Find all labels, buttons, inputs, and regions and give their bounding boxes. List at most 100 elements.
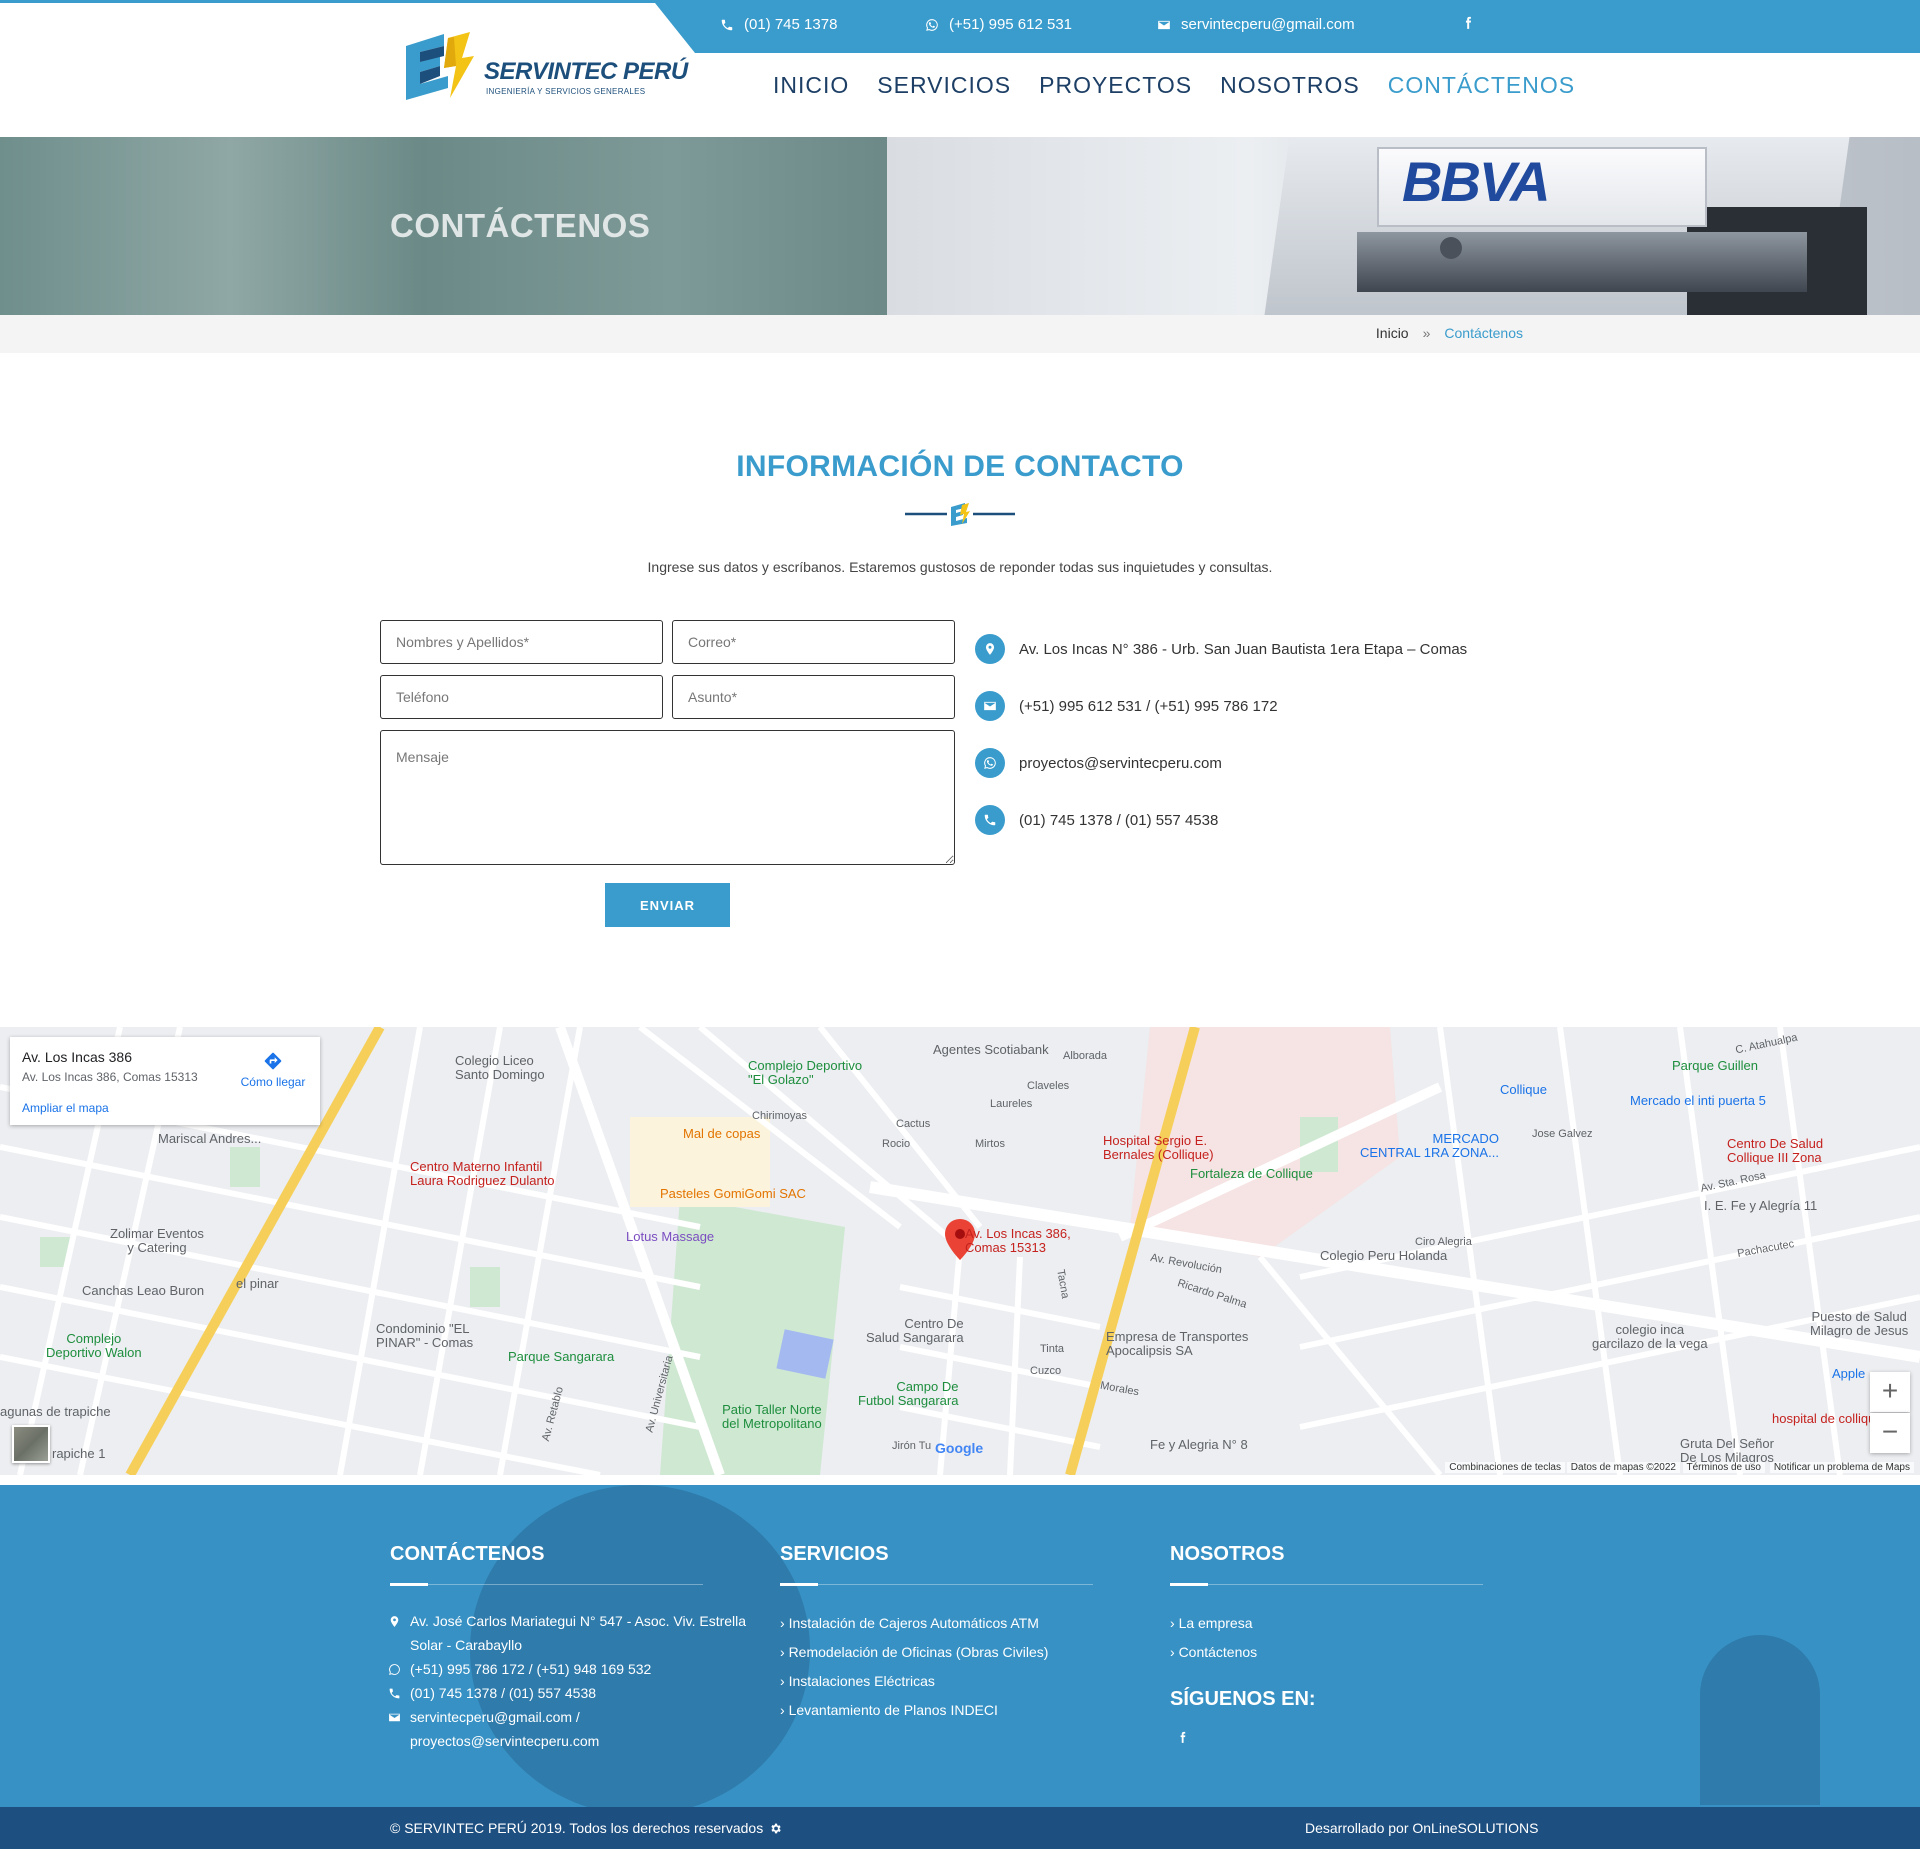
map-terms[interactable]: Términos de uso (1682, 1462, 1765, 1473)
footer-follow-heading: SÍGUENOS EN: (1170, 1688, 1316, 1710)
map-label-canchas: Canchas Leao Buron (82, 1283, 205, 1298)
map-zoom-out-button[interactable]: − (1870, 1413, 1910, 1453)
footer-service-link[interactable]: › Instalación de Cajeros Automáticos ATM (780, 1615, 1039, 1631)
map-label-alborada: Alborada (1063, 1050, 1108, 1062)
map-label-mirtos: Mirtos (975, 1138, 1005, 1150)
topbar-facebook[interactable] (1461, 16, 1475, 30)
breadcrumb-home[interactable]: Inicio (1376, 325, 1409, 341)
info-email: proyectos@servintecperu.com (975, 748, 1222, 778)
email-input[interactable] (672, 620, 955, 664)
section-title: INFORMACIÓN DE CONTACTO (736, 450, 1184, 483)
map-label-jose-galvez: Jose Galvez (1532, 1128, 1593, 1140)
map-label-complejo-walon: Complejo Deportivo Walon (46, 1331, 142, 1360)
atm-brand-text: BBVA (1402, 150, 1551, 213)
map-label-el-pinar: el pinar (236, 1276, 279, 1291)
info-landlines: (01) 745 1378 / (01) 557 4538 (975, 805, 1218, 835)
site-logo[interactable]: SERVINTEC PERÚ INGENIERÍA Y SERVICIOS GE… (400, 24, 688, 114)
info-address-text: Av. Los Incas N° 386 - Urb. San Juan Bau… (1019, 640, 1468, 658)
map-label-cuzco: Cuzco (1030, 1365, 1062, 1377)
footer-about-link[interactable]: › La empresa (1170, 1615, 1253, 1631)
map-label-ciro: Ciro Alegria (1415, 1236, 1472, 1248)
topbar-whatsapp-text: (+51) 995 612 531 (949, 16, 1073, 33)
map-label-iefe: I. E. Fe y Alegría 11 (1704, 1198, 1818, 1213)
map-label-mariscal: Mariscal Andres... (158, 1131, 262, 1146)
logo-name: SERVINTEC PERÚ (484, 58, 688, 85)
submit-button[interactable]: ENVIAR (605, 883, 730, 927)
map-label-puesto-salud: Puesto de Salud Milagro de Jesus (1810, 1309, 1909, 1338)
google-map[interactable]: Complejo Deportivo "El Golazo" Colegio L… (0, 1027, 1920, 1475)
map-satellite-toggle[interactable] (12, 1425, 50, 1463)
footer-services-heading: SERVICIOS (780, 1543, 889, 1565)
map-label-lagunas: agunas de trapiche (0, 1404, 111, 1419)
map-label-condominio: Condominio "EL PINAR" - Comas (376, 1321, 474, 1350)
nav-inicio[interactable]: INICIO (773, 72, 849, 99)
map-label-laureles: Laureles (990, 1098, 1033, 1110)
whatsapp-icon (975, 748, 1005, 778)
map-label-collique: Collique (1500, 1082, 1547, 1097)
map-card-title: Av. Los Incas 386 (22, 1049, 132, 1065)
subject-input[interactable] (672, 675, 955, 719)
footer-service-link[interactable]: › Remodelación de Oficinas (Obras Civile… (780, 1644, 1048, 1660)
nav-servicios[interactable]: SERVICIOS (877, 72, 1011, 99)
message-textarea[interactable] (380, 730, 955, 865)
phone-icon (721, 19, 733, 30)
topbar-email[interactable]: servintecperu@gmail.com (1157, 16, 1355, 33)
facebook-icon[interactable] (1176, 1731, 1189, 1744)
copyright: © SERVINTEC PERÚ 2019. Todos los derecho… (390, 1820, 782, 1836)
phone-input[interactable] (380, 675, 663, 719)
map-label-empresa-transportes: Empresa de Transportes Apocalipsis SA (1106, 1329, 1249, 1358)
footer-emails: servintecperu@gmail.com / proyectos@serv… (410, 1709, 600, 1749)
map-shortcuts[interactable]: Combinaciones de teclas (1445, 1462, 1565, 1473)
map-label-jiron-tu: Jirón Tu (892, 1440, 932, 1452)
map-data-credit: Datos de mapas ©2022 (1566, 1462, 1680, 1473)
footer-about-link[interactable]: › Contáctenos (1170, 1644, 1257, 1660)
map-label-fortaleza: Fortaleza de Collique (1190, 1166, 1313, 1181)
atm-slot (1357, 232, 1807, 292)
site-footer: CONTÁCTENOS Av. José Carlos Mariategui N… (0, 1485, 1920, 1807)
topbar-whatsapp[interactable]: (+51) 995 612 531 (925, 16, 1072, 33)
topbar-accent-line (0, 0, 1920, 3)
developer-credit[interactable]: Desarrollado por OnLineSOLUTIONS (1305, 1820, 1538, 1836)
map-label-gruta: Gruta Del Señor De Los Milagros (1680, 1436, 1774, 1465)
topbar-phone[interactable]: (01) 745 1378 (720, 16, 837, 33)
map-label-colegio-liceo: Colegio Liceo Santo Domingo (455, 1053, 545, 1082)
nav-nosotros[interactable]: NOSOTROS (1220, 72, 1360, 99)
footer-services-rule (780, 1583, 1093, 1586)
name-input[interactable] (380, 620, 663, 664)
atm-button (1440, 237, 1462, 259)
footer-service-link[interactable]: › Levantamiento de Planos INDECI (780, 1702, 998, 1718)
footer-service-link[interactable]: › Instalaciones Eléctricas (780, 1673, 935, 1689)
logo-tagline: INGENIERÍA Y SERVICIOS GENERALES (486, 87, 646, 96)
whatsapp-icon (926, 18, 938, 31)
map-report[interactable]: Notificar un problema de Maps (1769, 1462, 1914, 1473)
breadcrumb-current: Contáctenos (1444, 325, 1523, 341)
map-label-mal-de-copas: Mal de copas (683, 1126, 761, 1141)
map-label-patio-taller: Patio Taller Norte del Metropolitano (722, 1402, 822, 1431)
footer-contact-rule (390, 1583, 703, 1586)
map-label-hospital: Hospital Sergio E. Bernales (Collique) (1103, 1133, 1214, 1162)
nav-contactenos[interactable]: CONTÁCTENOS (1388, 72, 1575, 99)
directions-label: Cómo llegar (240, 1075, 306, 1089)
copyright-text: © SERVINTEC PERÚ 2019. Todos los derecho… (390, 1820, 764, 1836)
gear-icon (771, 1823, 781, 1833)
map-label-claveles: Claveles (1027, 1080, 1070, 1092)
map-label-colegio-inca: colegio inca garcilazo de la vega (1592, 1322, 1708, 1351)
directions-button[interactable]: Cómo llegar (238, 1051, 308, 1089)
footer-contact-heading: CONTÁCTENOS (390, 1543, 545, 1565)
map-label-parque-guillen: Parque Guillen (1672, 1058, 1758, 1073)
map-label-pasteles: Pasteles GomiGomi SAC (660, 1186, 806, 1201)
enlarge-map-link[interactable]: Ampliar el mapa (22, 1101, 109, 1115)
map-zoom-in-button[interactable]: + (1870, 1372, 1910, 1412)
phone-icon (975, 805, 1005, 835)
info-email-text[interactable]: proyectos@servintecperu.com (1019, 755, 1222, 772)
nav-proyectos[interactable]: PROYECTOS (1039, 72, 1192, 99)
footer-address: Av. José Carlos Mariategui N° 547 - Asoc… (410, 1613, 747, 1653)
page-title: CONTÁCTENOS (390, 207, 651, 244)
map-card-address: Av. Los Incas 386, Comas 15313 (22, 1070, 198, 1084)
google-logo: Google (935, 1440, 984, 1456)
footer-bottom-bar: © SERVINTEC PERÚ 2019. Todos los derecho… (0, 1807, 1920, 1849)
map-label-centro-sangarara: Centro De Salud Sangarara (866, 1316, 964, 1345)
main-nav: INICIO SERVICIOS PROYECTOS NOSOTROS CONT… (773, 72, 1603, 99)
page-hero-banner: BBVA CONTÁCTENOS (0, 137, 1920, 315)
map-label-zolimar: Zolimar Eventos y Catering (110, 1226, 204, 1255)
